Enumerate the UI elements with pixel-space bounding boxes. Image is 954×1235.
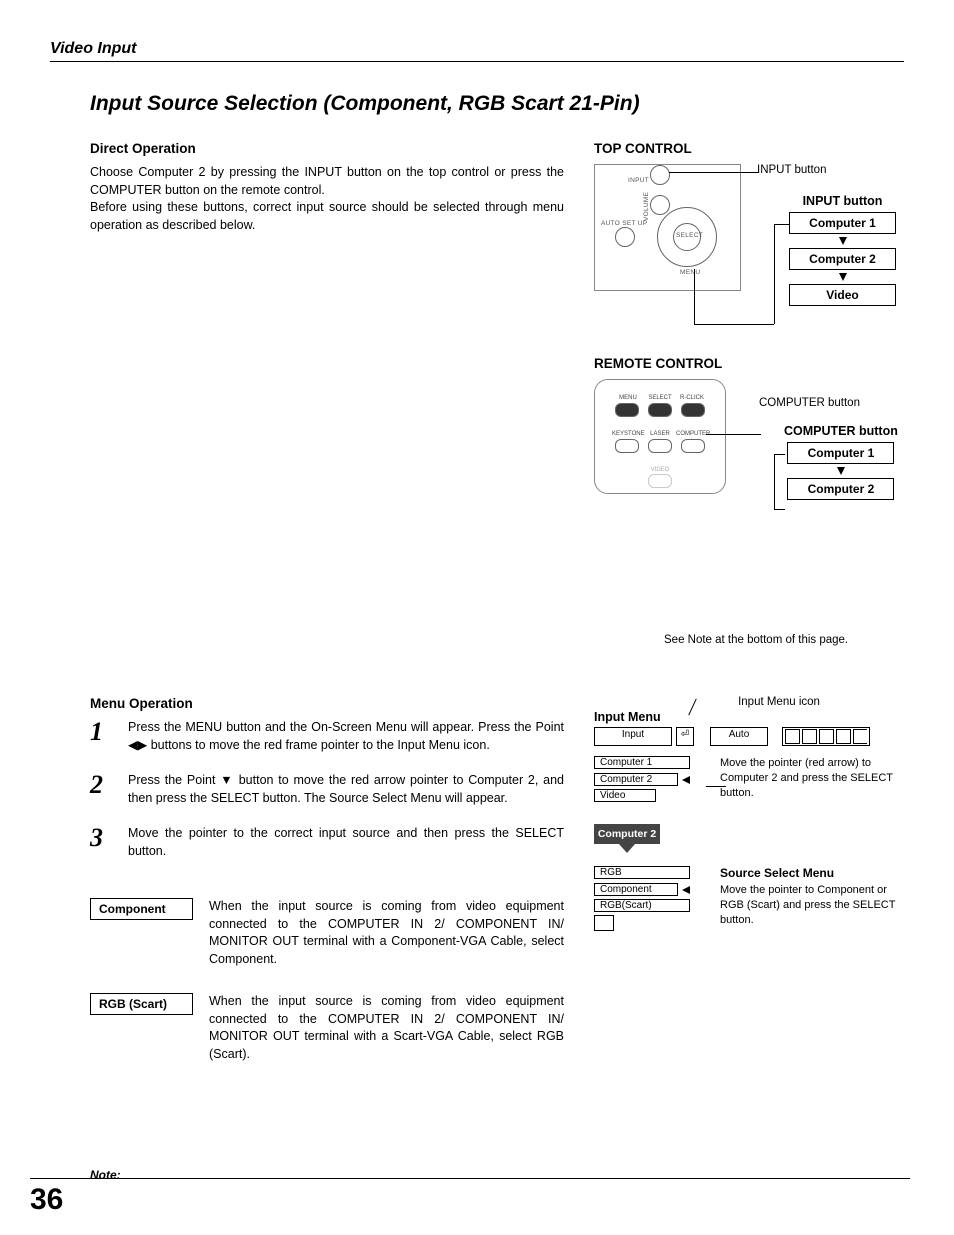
cycle-item: Computer 2 bbox=[787, 478, 894, 500]
page-title: Input Source Selection (Component, RGB S… bbox=[90, 92, 904, 116]
src-list-item: RGB bbox=[594, 866, 690, 879]
direct-op-p1: Choose Computer 2 by pressing the INPUT … bbox=[90, 164, 564, 199]
remote-label: R-CLICK bbox=[676, 395, 708, 401]
label-input: INPUT bbox=[628, 177, 649, 184]
menu-diagram: Input Menu icon Input Menu Input ⏎ Auto … bbox=[594, 696, 904, 1088]
remote-control-diagram: MENUSELECTR-CLICK KEYSTONELASERCOMPUTER … bbox=[594, 379, 726, 494]
back-icon bbox=[594, 915, 614, 931]
label-select: SELECT bbox=[676, 232, 703, 239]
source-label: Component bbox=[90, 898, 193, 920]
source-select-title: Source Select Menu bbox=[720, 866, 904, 880]
source-text: When the input source is coming from vid… bbox=[209, 993, 564, 1063]
cycle-item: Computer 2 bbox=[789, 248, 896, 270]
step-text: Press the MENU button and the On-Screen … bbox=[128, 719, 564, 754]
arrow-down-icon bbox=[837, 467, 845, 475]
source-text: When the input source is coming from vid… bbox=[209, 898, 564, 968]
src-list-item: Component bbox=[594, 883, 678, 896]
input-cycle-title: INPUT button bbox=[789, 194, 896, 208]
source-component: Component When the input source is comin… bbox=[90, 898, 564, 968]
cycle-item: Video bbox=[789, 284, 896, 306]
left-arrow-icon bbox=[682, 772, 690, 786]
cycle-item: Computer 1 bbox=[787, 442, 894, 464]
osd-list-item: Computer 2 bbox=[594, 773, 678, 786]
top-control-diagram: INPUT AUTO SET UP SELECT MENU VOLUME bbox=[594, 164, 741, 291]
menu-op-heading: Menu Operation bbox=[90, 696, 564, 711]
osd-list-item: Video bbox=[594, 789, 656, 802]
computer-button-leader: COMPUTER button bbox=[759, 397, 860, 409]
left-arrow-icon bbox=[682, 882, 690, 896]
direct-op-p2: Before using these buttons, correct inpu… bbox=[90, 199, 564, 234]
step-2: 2 Press the Point ▼ button to move the r… bbox=[90, 772, 564, 807]
section-header: Video Input bbox=[50, 40, 904, 62]
step-number: 2 bbox=[90, 772, 114, 807]
caption-pointer: Move the pointer (red arrow) to Computer… bbox=[720, 756, 904, 802]
remote-label: SELECT bbox=[644, 395, 676, 401]
osd-list-item: Computer 1 bbox=[594, 756, 690, 769]
remote-label: COMPUTER bbox=[676, 431, 708, 437]
label-menu: MENU bbox=[680, 269, 700, 276]
source-label: RGB (Scart) bbox=[90, 993, 193, 1015]
top-control-heading: TOP CONTROL bbox=[594, 141, 904, 156]
osd-auto-label: Auto bbox=[710, 727, 768, 746]
arrow-down-icon bbox=[839, 237, 847, 245]
step-number: 3 bbox=[90, 825, 114, 860]
enter-icon: ⏎ bbox=[676, 727, 694, 746]
remote-label: LASER bbox=[644, 431, 676, 437]
input-button-leader: INPUT button bbox=[757, 164, 826, 176]
remote-control-heading: REMOTE CONTROL bbox=[594, 356, 904, 371]
step-1: 1 Press the MENU button and the On-Scree… bbox=[90, 719, 564, 754]
computer2-tooltip: Computer 2 bbox=[594, 824, 660, 844]
see-note: See Note at the bottom of this page. bbox=[664, 634, 904, 646]
remote-label: VIDEO bbox=[644, 467, 676, 473]
label-autoset: AUTO SET UP bbox=[601, 220, 647, 227]
remote-label: KEYSTONE bbox=[612, 431, 644, 437]
input-menu-title: Input Menu bbox=[594, 710, 904, 724]
step-text: Press the Point ▼ button to move the red… bbox=[128, 772, 564, 807]
cycle-item: Computer 1 bbox=[789, 212, 896, 234]
page-number: 36 bbox=[30, 1178, 910, 1217]
source-rgbscart: RGB (Scart) When the input source is com… bbox=[90, 993, 564, 1063]
remote-label: MENU bbox=[612, 395, 644, 401]
src-list-item: RGB(Scart) bbox=[594, 899, 690, 912]
step-3: 3 Move the pointer to the correct input … bbox=[90, 825, 564, 860]
caption-source: Move the pointer to Component or RGB (Sc… bbox=[720, 883, 904, 928]
direct-op-heading: Direct Operation bbox=[90, 141, 564, 156]
arrow-down-icon bbox=[839, 273, 847, 281]
osd-icon-strip bbox=[782, 727, 870, 746]
label-volume: VOLUME bbox=[643, 192, 650, 221]
computer-cycle-title: COMPUTER button bbox=[784, 424, 898, 438]
step-text: Move the pointer to the correct input so… bbox=[128, 825, 564, 860]
osd-input-label: Input bbox=[594, 727, 672, 746]
step-number: 1 bbox=[90, 719, 114, 754]
